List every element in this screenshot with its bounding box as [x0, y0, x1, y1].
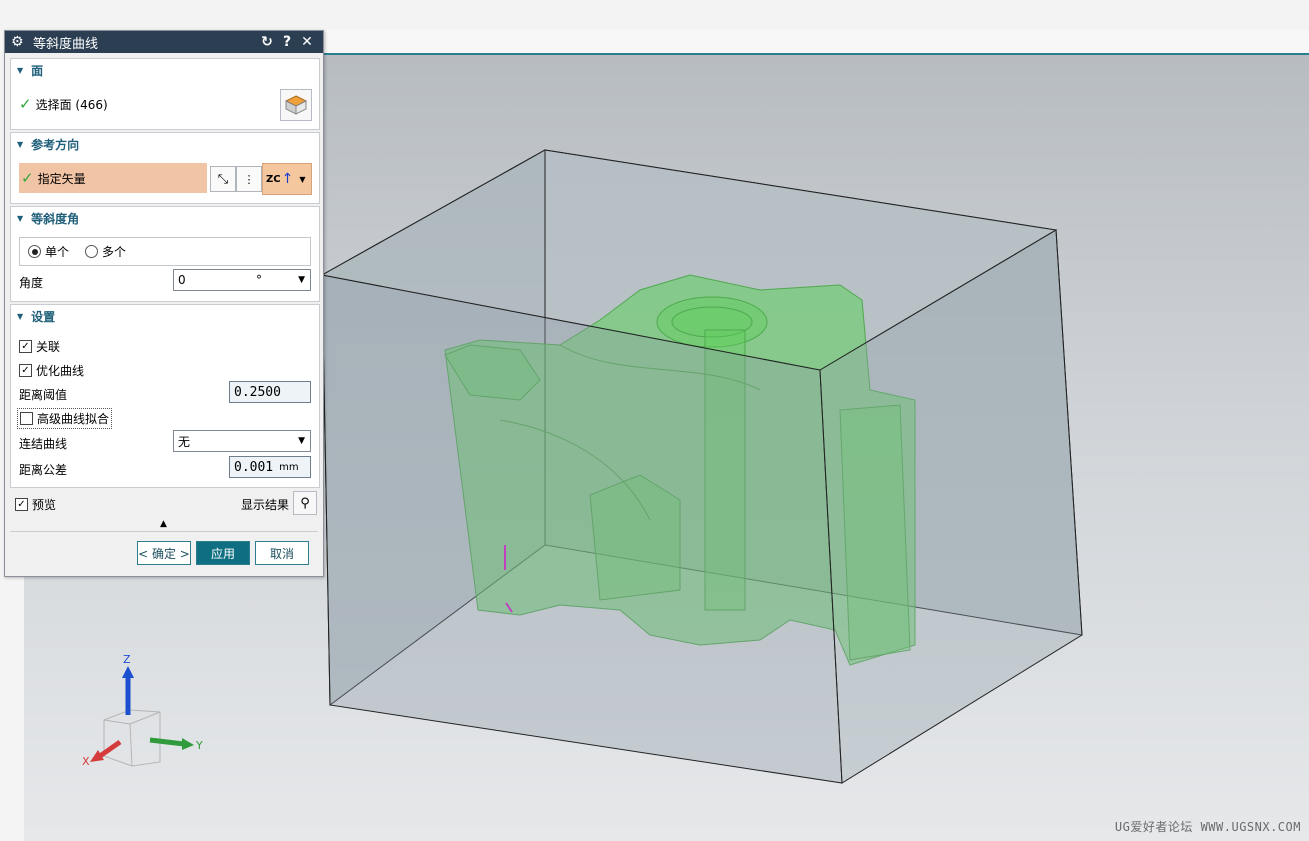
checkmark-icon: ✓ — [21, 169, 34, 187]
chevron-down-icon: ▼ — [299, 174, 306, 184]
associative-label: 关联 — [36, 340, 61, 354]
advanced-fit-checkbox-row[interactable]: 高级曲线拟合 — [17, 408, 113, 429]
radio-multiple-label: 多个 — [102, 245, 127, 259]
collapse-triangle-icon: ▼ — [17, 213, 24, 223]
optimize-checkbox-row[interactable]: ✓ 优化曲线 — [19, 362, 84, 379]
optimize-label: 优化曲线 — [36, 364, 85, 378]
settings-header[interactable]: ▼ 设置 — [11, 305, 319, 327]
distance-threshold-label: 距离阈值 — [19, 388, 68, 402]
collapse-triangle-icon: ▼ — [17, 311, 24, 321]
top-toolbar — [0, 0, 1309, 31]
zc-label: ZC — [266, 173, 281, 185]
join-curves-label: 连结曲线 — [19, 437, 68, 451]
advanced-fit-checkbox[interactable] — [20, 412, 33, 425]
isocline-angle-group: ▼ 等斜度角 单个 多个 角度 0 ° ▼ — [10, 206, 320, 302]
join-curves-value: 无 — [178, 434, 191, 449]
view-triad — [90, 666, 194, 767]
dialog-title: 等斜度曲线 — [33, 36, 99, 52]
face-group-header[interactable]: ▼ 面 — [11, 59, 319, 81]
distance-tolerance-label: 距离公差 — [19, 463, 68, 477]
angle-input[interactable]: 0 ° ▼ — [173, 269, 311, 291]
advanced-fit-label: 高级曲线拟合 — [37, 412, 110, 426]
x-axis-arrow — [98, 739, 122, 759]
dialog-divider — [10, 531, 318, 532]
angle-unit: ° — [256, 273, 262, 287]
face-header-label: 面 — [31, 63, 44, 78]
optimize-checkbox[interactable]: ✓ — [19, 364, 32, 377]
magnifier-icon: ⚲ — [300, 495, 310, 511]
reference-direction-label: 参考方向 — [31, 137, 80, 152]
select-face-label: 选择面 (466) — [35, 97, 108, 112]
zc-arrow-icon: ↑ — [281, 171, 294, 187]
help-icon[interactable]: ? — [277, 34, 297, 50]
radio-single[interactable] — [28, 245, 41, 258]
preview-checkbox-row[interactable]: ✓ 预览 — [15, 496, 56, 513]
face-group: ▼ 面 ✓ 选择面 (466) — [10, 58, 320, 130]
angle-label: 角度 — [19, 276, 44, 290]
ok-button[interactable]: < 确定 > — [137, 541, 191, 565]
checkmark-icon: ✓ — [19, 95, 32, 113]
triad-z-label: Z — [123, 653, 131, 666]
reference-direction-group: ▼ 参考方向 ✓ 指定矢量 ⤡ ⋮ ZC ↑ ▼ — [10, 132, 320, 204]
angle-value: 0 — [178, 273, 186, 287]
reverse-direction-button[interactable]: ⤡ — [210, 166, 236, 192]
collapse-triangle-icon: ▼ — [17, 139, 24, 149]
vector-type-dropdown[interactable]: ZC ↑ ▼ — [262, 163, 312, 195]
vector-dialog-icon: ⋮ — [243, 172, 255, 186]
reverse-direction-icon: ⤡ — [217, 171, 229, 187]
radio-single-label: 单个 — [45, 245, 70, 259]
chevron-down-icon: ▼ — [298, 436, 305, 446]
distance-threshold-value: 0.2500 — [234, 384, 281, 400]
collapse-triangle-icon: ▼ — [17, 65, 24, 75]
watermark: UG爱好者论坛 WWW.UGSNX.COM — [1114, 820, 1301, 834]
associative-checkbox-row[interactable]: ✓ 关联 — [19, 338, 60, 355]
reset-icon[interactable]: ↻ — [257, 34, 277, 50]
specify-vector-row[interactable]: ✓ 指定矢量 — [19, 163, 207, 193]
preview-checkbox[interactable]: ✓ — [15, 498, 28, 511]
chevron-down-icon: ▼ — [298, 275, 305, 285]
cancel-button[interactable]: 取消 — [255, 541, 309, 565]
angle-mode-radio-group: 单个 多个 — [19, 237, 311, 266]
associative-checkbox[interactable]: ✓ — [19, 340, 32, 353]
viewport-accent-line — [322, 53, 1309, 55]
apply-button[interactable]: 应用 — [196, 541, 250, 565]
show-result-button[interactable]: ⚲ — [293, 491, 317, 515]
face-selection-button[interactable] — [280, 89, 312, 121]
triad-y-label: Y — [196, 739, 203, 752]
dialog-title-bar: ⚙ 等斜度曲线 ↻ ? ✕ — [5, 31, 323, 53]
expand-arrow-icon[interactable]: ▲ — [160, 519, 167, 529]
specify-vector-label: 指定矢量 — [37, 171, 86, 186]
settings-label: 设置 — [31, 309, 56, 324]
distance-tolerance-unit: mm — [279, 461, 299, 473]
join-curves-dropdown[interactable]: 无 ▼ — [173, 430, 311, 452]
radio-multiple[interactable] — [85, 245, 99, 258]
face-icon — [284, 95, 308, 115]
isocline-angle-label: 等斜度角 — [31, 211, 80, 226]
distance-tolerance-value: 0.001 — [234, 459, 274, 475]
close-icon[interactable]: ✕ — [297, 34, 317, 50]
isocline-angle-header[interactable]: ▼ 等斜度角 — [11, 207, 319, 229]
gear-icon: ⚙ — [11, 34, 24, 50]
show-result-label: 显示结果 — [241, 498, 290, 512]
reference-direction-header[interactable]: ▼ 参考方向 — [11, 133, 319, 155]
isocline-curve-dialog: ⚙ 等斜度曲线 ↻ ? ✕ ▼ 面 ✓ 选择面 (466) ▼ 参考方向 ✓ 指… — [4, 30, 324, 577]
distance-tolerance-input[interactable]: 0.001 mm — [229, 456, 311, 478]
settings-group: ▼ 设置 ✓ 关联 ✓ 优化曲线 距离阈值 0.2500 高级曲线拟合 连结曲线… — [10, 304, 320, 488]
distance-threshold-input[interactable]: 0.2500 — [229, 381, 311, 403]
y-axis-arrow — [149, 737, 185, 747]
preview-label: 预览 — [32, 498, 57, 512]
vector-dialog-button[interactable]: ⋮ — [236, 166, 262, 192]
triad-x-label: X — [82, 755, 90, 768]
select-face-row[interactable]: ✓ 选择面 (466) — [19, 95, 108, 113]
